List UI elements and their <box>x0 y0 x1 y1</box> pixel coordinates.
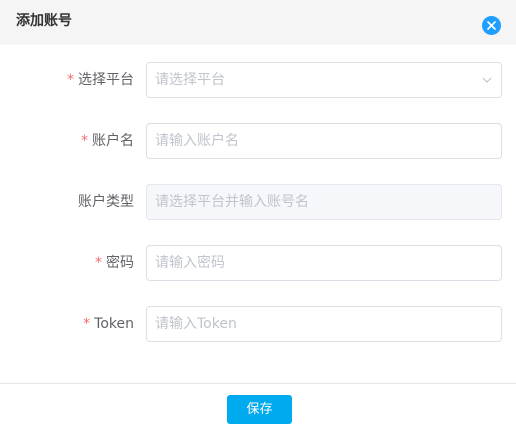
required-mark: * <box>67 72 74 88</box>
account-name-label: * 账户名 <box>81 123 134 159</box>
account-type-input: 请选择平台并输入账号名 <box>146 184 502 220</box>
account-name-placeholder: 请输入账户名 <box>155 133 239 149</box>
save-button[interactable]: 保存 <box>227 395 292 424</box>
account-name-input[interactable]: 请输入账户名 <box>146 123 502 159</box>
token-label: * Token <box>83 306 134 342</box>
chevron-down-icon <box>482 77 492 83</box>
platform-label-text: 选择平台 <box>78 72 134 88</box>
account-name-label-text: 账户名 <box>92 133 134 149</box>
platform-label: * 选择平台 <box>67 62 134 98</box>
account-type-label: 账户类型 <box>78 184 134 220</box>
form-row-platform: * 选择平台 请选择平台 <box>0 62 516 98</box>
password-input[interactable]: 请输入密码 <box>146 245 502 281</box>
add-account-dialog: 添加账号 * 选择平台 请选择平台 * 账户名 请输入账户名 账户类型 请选择平… <box>0 0 516 433</box>
required-mark: * <box>81 133 88 149</box>
password-label-text: 密码 <box>106 255 134 271</box>
account-type-label-text: 账户类型 <box>78 194 134 210</box>
account-type-placeholder: 请选择平台并输入账号名 <box>155 194 309 210</box>
form-row-account-type: 账户类型 请选择平台并输入账号名 <box>0 184 516 220</box>
token-placeholder: 请输入Token <box>155 316 237 332</box>
form-row-account-name: * 账户名 请输入账户名 <box>0 123 516 159</box>
dialog-footer: 保存 <box>0 383 516 433</box>
platform-placeholder: 请选择平台 <box>155 72 225 88</box>
form-row-password: * 密码 请输入密码 <box>0 245 516 281</box>
required-mark: * <box>83 316 91 332</box>
close-button[interactable] <box>482 16 501 35</box>
platform-select[interactable]: 请选择平台 <box>146 62 502 98</box>
password-placeholder: 请输入密码 <box>155 255 225 271</box>
close-icon <box>487 21 496 30</box>
dialog-header: 添加账号 <box>0 0 516 45</box>
form-row-token: * Token 请输入Token <box>0 306 516 342</box>
password-label: * 密码 <box>95 245 134 281</box>
token-input[interactable]: 请输入Token <box>146 306 502 342</box>
required-mark: * <box>95 255 102 271</box>
dialog-title: 添加账号 <box>16 13 72 29</box>
token-label-text: Token <box>94 316 134 332</box>
